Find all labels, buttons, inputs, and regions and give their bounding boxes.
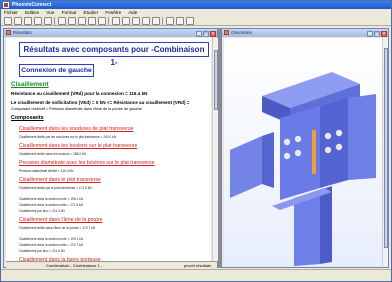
pencil-icon[interactable] bbox=[122, 17, 130, 25]
component-link[interactable]: Cisaillement dans les boulons sur le pla… bbox=[19, 143, 137, 149]
geometry-window-titlebar: Géométrie _ □ × bbox=[222, 29, 388, 37]
column-web bbox=[320, 98, 348, 188]
section-heading-composants: Composants bbox=[11, 115, 44, 121]
column-lower-side bbox=[320, 186, 332, 264]
bolt bbox=[335, 143, 343, 151]
result-line: Résistance au cisaillement (VRd) pour la… bbox=[11, 91, 148, 96]
grid-icon[interactable] bbox=[152, 17, 160, 25]
vertical-scrollbar[interactable] bbox=[212, 38, 218, 261]
component-detail: Cisaillement dans la section nette = 171… bbox=[19, 203, 83, 207]
left-beam bbox=[230, 136, 262, 198]
right-beam bbox=[348, 94, 376, 180]
results-window-titlebar: Résultats _ □ × bbox=[4, 29, 217, 37]
document-icon bbox=[224, 30, 229, 35]
component-detail: Cisaillement par bloc = 211.3 kN bbox=[19, 209, 65, 213]
open-icon[interactable] bbox=[14, 17, 22, 25]
component-detail: Cisaillement limité par les soudures sur… bbox=[19, 135, 116, 139]
scroll-thumb[interactable] bbox=[384, 48, 388, 248]
component-detail: Cisaillement dans la section brute = 196… bbox=[19, 197, 84, 201]
report-subtitle: Connexion de gauche bbox=[19, 64, 94, 77]
menu-etudier[interactable]: Etudier bbox=[84, 10, 99, 15]
bolt bbox=[283, 138, 291, 146]
menu-fichier[interactable]: Fichier bbox=[4, 10, 18, 15]
zoom-in-icon[interactable] bbox=[78, 17, 86, 25]
component-detail: Cisaillement limité dans les boulons = 2… bbox=[19, 152, 86, 156]
menu-edition[interactable]: Edition bbox=[25, 10, 39, 15]
undo-icon[interactable] bbox=[34, 17, 42, 25]
bottom-status-bar bbox=[1, 269, 391, 281]
maximize-button[interactable]: □ bbox=[203, 31, 209, 37]
component-detail: Cisaillement dans la section brute = 190… bbox=[19, 237, 84, 241]
zoom-fit-icon[interactable] bbox=[98, 17, 106, 25]
table-icon[interactable] bbox=[112, 17, 120, 25]
component-detail: Cisaillement dans la section nette = 170… bbox=[19, 243, 83, 247]
app-title: PhoenixConnect bbox=[12, 2, 52, 8]
connection-3d-model bbox=[230, 72, 376, 266]
maximize-button[interactable]: □ bbox=[374, 31, 380, 37]
toolbar-separator bbox=[54, 17, 55, 25]
bolt bbox=[324, 132, 332, 140]
redo-icon[interactable] bbox=[44, 17, 52, 25]
new-icon[interactable] bbox=[4, 17, 12, 25]
zoom-out-icon[interactable] bbox=[88, 17, 96, 25]
geometry-window: Géométrie _ □ × bbox=[221, 28, 389, 268]
minimize-button[interactable]: _ bbox=[367, 31, 373, 37]
report-icon[interactable] bbox=[176, 17, 184, 25]
component-link[interactable]: Cisaillement dans les soudures de plat t… bbox=[19, 126, 133, 132]
app-titlebar: PhoenixConnect bbox=[1, 1, 391, 9]
results-content: Résultats avec composants pour -Combinai… bbox=[6, 38, 211, 261]
bolt bbox=[283, 152, 291, 160]
menu-format[interactable]: Format bbox=[62, 10, 77, 15]
toolbar bbox=[1, 16, 391, 26]
print-icon[interactable] bbox=[58, 17, 66, 25]
component-detail: Cisaillement par bloc = 211.6 kN bbox=[19, 249, 65, 253]
component-detail: Pression diamétrale limitée = 116.4 kN bbox=[19, 169, 74, 173]
left-beam-web bbox=[262, 132, 274, 188]
result-line: Le cisaillement de sollicitation (VEd) =… bbox=[11, 100, 190, 105]
menu-bar: Fichier Edition Vue Format Etudier Fenêt… bbox=[1, 9, 391, 16]
close-button[interactable]: × bbox=[381, 31, 387, 37]
bolt bbox=[335, 129, 343, 137]
component-detail: Cisaillement limité par le plat transver… bbox=[19, 186, 92, 190]
minimize-button[interactable]: _ bbox=[196, 31, 202, 37]
result-line: Composant restrictif = Pression diamétra… bbox=[11, 107, 142, 111]
status-combination: Combinaison - Combinaison 1 - bbox=[46, 263, 103, 268]
bolt bbox=[294, 135, 302, 143]
status-bar: Combinaison - Combinaison 1 - prochi rés… bbox=[6, 261, 217, 268]
calc-icon[interactable] bbox=[142, 17, 150, 25]
menu-vue[interactable]: Vue bbox=[46, 10, 54, 15]
settings-icon[interactable] bbox=[186, 17, 194, 25]
close-button[interactable]: × bbox=[210, 31, 216, 37]
component-link[interactable]: Cisaillement dans le plat transverse bbox=[19, 177, 101, 183]
mdi-area: Résultats _ □ × Résultats avec composants … bbox=[3, 28, 389, 268]
app-icon bbox=[3, 2, 9, 8]
results-window-title: Résultats bbox=[13, 30, 32, 35]
3d-viewport[interactable] bbox=[224, 38, 382, 266]
report-title: Résultats avec composants pour -Combinai… bbox=[19, 42, 209, 67]
bolt bbox=[294, 149, 302, 157]
results-window: Résultats _ □ × Résultats avec composants … bbox=[3, 28, 218, 268]
component-detail: Cisaillement limité dans l'âme de la pou… bbox=[19, 226, 95, 230]
status-results: prochi résultats bbox=[183, 263, 211, 268]
scroll-thumb[interactable] bbox=[214, 50, 218, 110]
weld bbox=[312, 130, 316, 174]
toolbar-separator bbox=[162, 17, 163, 25]
chart-icon[interactable] bbox=[166, 17, 174, 25]
toolbar-separator bbox=[108, 17, 109, 25]
geometry-window-title: Géométrie bbox=[231, 30, 253, 35]
vertical-scrollbar[interactable] bbox=[382, 38, 388, 266]
document-icon bbox=[6, 30, 11, 35]
section-heading-cisaillement: Cisaillement bbox=[11, 81, 49, 88]
check-icon[interactable] bbox=[132, 17, 140, 25]
menu-aide[interactable]: Aide bbox=[128, 10, 137, 15]
menu-fenetre[interactable]: Fenêtre bbox=[105, 10, 121, 15]
save-icon[interactable] bbox=[24, 17, 32, 25]
bolt bbox=[324, 146, 332, 154]
component-link[interactable]: Cisaillement dans l'âme de la poutre bbox=[19, 217, 102, 223]
preview-icon[interactable] bbox=[68, 17, 76, 25]
app-window: PhoenixConnect Fichier Edition Vue Forma… bbox=[0, 0, 392, 282]
component-link[interactable]: Pression diamétrale avec les boulons sur… bbox=[19, 160, 155, 166]
